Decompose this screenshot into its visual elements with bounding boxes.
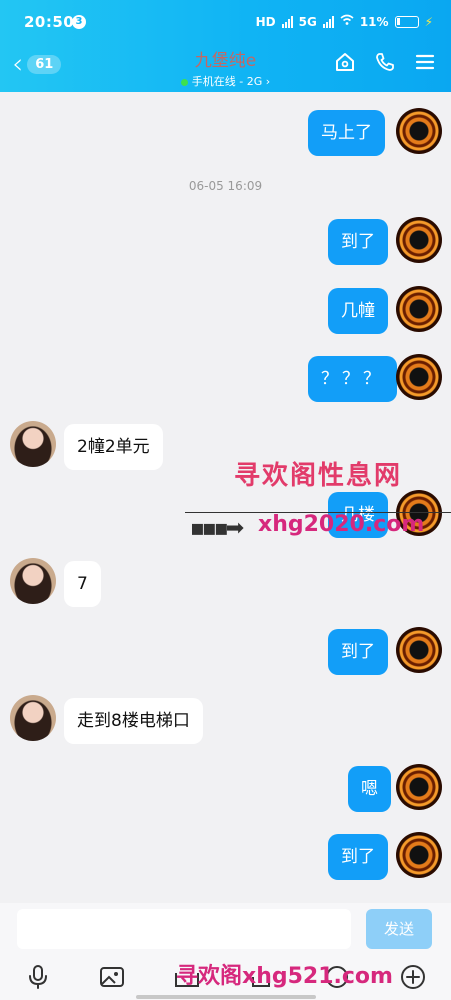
battery-icon bbox=[394, 15, 419, 28]
avatar[interactable] bbox=[10, 558, 56, 604]
chat-header: 20:50 3 HD 5G 11% ⚡ ‹ 61 九堡纯e 手机在线 - 2G … bbox=[0, 0, 451, 92]
header-actions bbox=[333, 50, 437, 74]
message-bubble-outgoing[interactable]: 几幢 bbox=[328, 288, 388, 334]
message-bubble-outgoing[interactable]: 马上了 bbox=[308, 110, 385, 156]
watermark-url: xhg2020.com bbox=[258, 512, 425, 537]
avatar[interactable] bbox=[396, 217, 442, 263]
avatar[interactable] bbox=[396, 627, 442, 673]
image-icon[interactable] bbox=[97, 962, 127, 992]
avatar[interactable] bbox=[10, 421, 56, 467]
signal-icon-2 bbox=[322, 15, 334, 28]
chat-nav: ‹ 61 九堡纯e 手机在线 - 2G › bbox=[0, 44, 451, 92]
signal-icon bbox=[281, 15, 293, 28]
message-bubble-incoming[interactable]: 2幢2单元 bbox=[64, 424, 163, 470]
message-bubble-outgoing[interactable]: 嗯 bbox=[348, 766, 391, 812]
presence-text: 手机在线 - 2G › bbox=[191, 75, 271, 88]
5g-network-label: 5G bbox=[298, 14, 317, 29]
avatar[interactable] bbox=[396, 354, 442, 400]
message-bubble-outgoing[interactable]: ？？？ bbox=[308, 356, 397, 402]
avatar[interactable] bbox=[396, 832, 442, 878]
battery-percent: 11% bbox=[359, 14, 389, 29]
avatar[interactable] bbox=[396, 764, 442, 810]
home-icon[interactable] bbox=[333, 50, 357, 74]
home-indicator[interactable] bbox=[136, 995, 316, 999]
arrow-right-icon: ▪▪▪➡ bbox=[190, 516, 244, 541]
wifi-icon bbox=[340, 14, 354, 29]
send-button[interactable]: 发送 bbox=[366, 909, 432, 949]
watermark-text: 寻欢阁性息网 bbox=[234, 461, 403, 491]
message-input[interactable] bbox=[17, 909, 351, 949]
avatar[interactable] bbox=[396, 286, 442, 332]
status-time: 20:50 bbox=[24, 13, 75, 31]
notification-count-badge: 3 bbox=[72, 15, 86, 29]
message-bubble-incoming[interactable]: 走到8楼电梯口 bbox=[64, 698, 203, 744]
message-bubble-outgoing[interactable]: 到了 bbox=[328, 629, 388, 675]
phone-icon[interactable] bbox=[373, 50, 397, 74]
online-dot-icon bbox=[180, 78, 188, 86]
message-bubble-outgoing[interactable]: 到了 bbox=[328, 834, 388, 880]
presence-status: 手机在线 - 2G › bbox=[0, 73, 451, 89]
avatar[interactable] bbox=[396, 108, 442, 154]
mic-icon[interactable] bbox=[23, 962, 53, 992]
avatar[interactable] bbox=[10, 695, 56, 741]
hd-network-label: HD bbox=[255, 14, 276, 29]
charging-icon: ⚡ bbox=[424, 14, 433, 29]
watermark-bottom: 寻欢阁xhg521.com bbox=[176, 964, 393, 989]
message-timestamp: 06-05 16:09 bbox=[188, 179, 263, 193]
status-indicators: HD 5G 11% ⚡ bbox=[256, 14, 433, 29]
plus-icon[interactable] bbox=[398, 962, 428, 992]
message-bubble-outgoing[interactable]: 到了 bbox=[328, 219, 388, 265]
status-bar: 20:50 3 HD 5G 11% ⚡ bbox=[0, 0, 451, 44]
message-bubble-incoming[interactable]: 7 bbox=[64, 561, 101, 607]
menu-icon[interactable] bbox=[413, 50, 437, 74]
